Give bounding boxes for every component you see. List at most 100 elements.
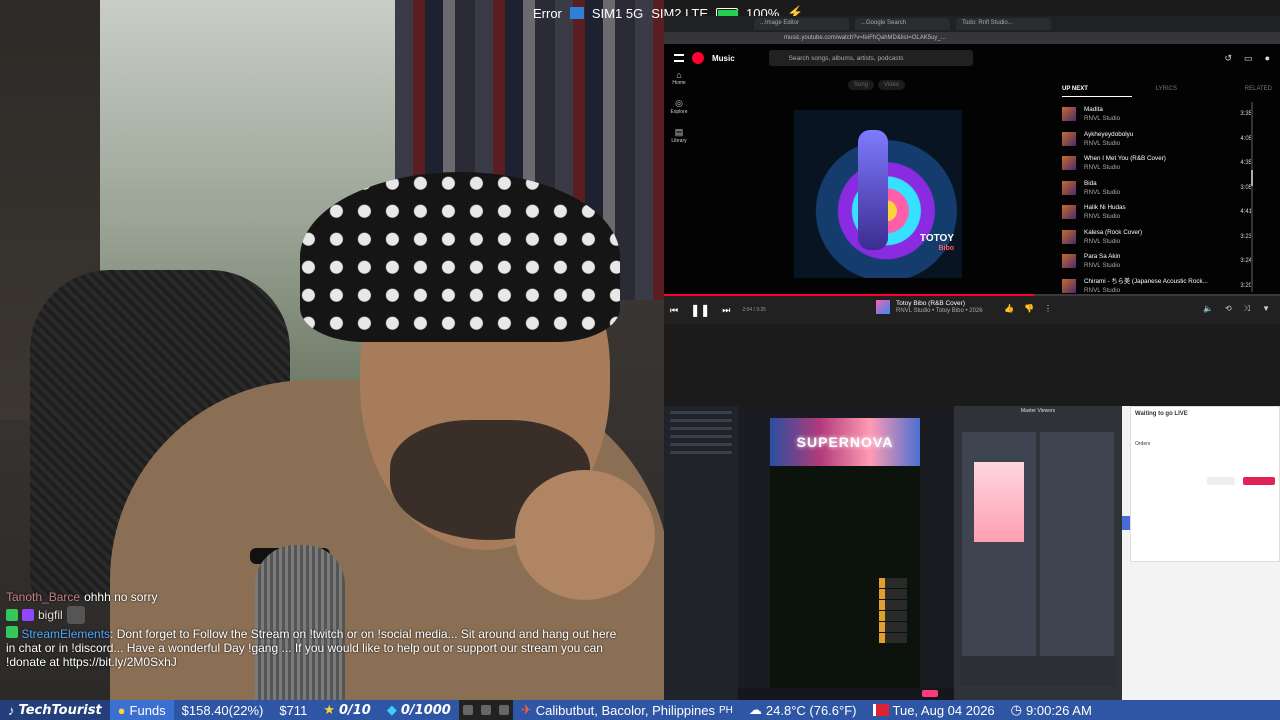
nav-library[interactable]: ▤ Library xyxy=(668,127,690,144)
queue-item[interactable]: Para Sa Akin RNVL Studio 3:24 xyxy=(1062,249,1252,274)
browser-tab[interactable]: Todo: Rnfl Studio... xyxy=(956,18,1051,30)
queue-item[interactable]: When I Met You (R&B Cover) RNVL Studio 4:3… xyxy=(1062,151,1252,176)
nav-explore[interactable]: ◎ Explore xyxy=(668,98,690,115)
thumbs-down-icon[interactable]: 👎 xyxy=(1024,304,1034,313)
cloud-icon: ☁ xyxy=(748,702,762,717)
video-tab[interactable]: Video xyxy=(878,80,906,90)
badge-icon xyxy=(6,609,18,621)
go-live-button[interactable] xyxy=(922,690,938,697)
library-icon: ▤ xyxy=(674,127,684,137)
weather-segment: ☁ 24.8°C (76.6°F) xyxy=(741,700,865,720)
source-item[interactable] xyxy=(670,419,732,422)
close-button[interactable] xyxy=(1207,477,1235,485)
up-next-queue: Madita RNVL Studio 3:35 Aykheyeydobolyu RNV… xyxy=(1062,102,1252,298)
pause-icon[interactable]: ❚❚ xyxy=(690,303,710,317)
history-icon[interactable]: ↺ xyxy=(1225,53,1233,64)
queue-item[interactable]: Halik Ni Hudas RNVL Studio 4:41 xyxy=(1062,200,1252,225)
preview-image xyxy=(974,462,1024,542)
promote-button[interactable] xyxy=(1243,477,1275,485)
left-column xyxy=(962,432,1036,672)
more-options-icon[interactable]: ⋮ xyxy=(1044,304,1052,313)
diamonds-segment: ◆ 0/1000 xyxy=(379,700,459,720)
ytm-header: Music Search songs, albums, artists, pod… xyxy=(664,44,1280,72)
track-artist: RNVL Studio xyxy=(1084,286,1121,294)
nav-label: Explore xyxy=(670,109,688,115)
tab-up-next[interactable]: UP NEXT xyxy=(1062,86,1088,92)
queue-item[interactable]: Bida RNVL Studio 3:05 xyxy=(1062,176,1252,201)
gift-item xyxy=(879,589,907,599)
windows-taskbar xyxy=(458,700,513,720)
airplane-icon: ✈ xyxy=(520,702,532,717)
browser-tab[interactable]: ...Google Search xyxy=(855,18,950,30)
queue-item[interactable]: Kalesa (Rock Cover) RNVL Studio 3:23 xyxy=(1062,225,1252,250)
compass-icon: ◎ xyxy=(675,98,683,108)
queue-tabs: UP NEXT LYRICS RELATED xyxy=(1062,86,1272,92)
taskbar-app-icon[interactable] xyxy=(498,705,509,715)
nav-label: Home xyxy=(672,80,686,86)
source-item[interactable] xyxy=(670,427,732,430)
expand-player-icon[interactable]: ▼ xyxy=(1262,304,1270,314)
now-playing-subtitle[interactable]: RNVL Studio • Totoy Bibo • 2026 xyxy=(896,308,983,314)
track-thumbnail xyxy=(1062,205,1076,220)
taskbar-app-icon[interactable] xyxy=(480,705,491,715)
song-tab[interactable]: Song xyxy=(848,80,875,90)
address-bar[interactable]: music.youtube.com/watch?v=feiFhQahMD&lis… xyxy=(664,32,1280,44)
app-logo-text[interactable]: Music xyxy=(712,54,735,63)
track-actions: 👍 👎 ⋮ xyxy=(1004,304,1052,313)
now-playing: Totoy Bibo (R&B Cover) RNVL Studio • Tot… xyxy=(876,300,983,314)
streaming-app-window: SUPERNOVA xyxy=(664,406,954,700)
tab-lyrics[interactable]: LYRICS xyxy=(1156,86,1177,92)
right-column xyxy=(1040,432,1114,672)
album-art-subtitle: Bibo xyxy=(938,245,954,252)
nav-home[interactable]: ⌂ Home xyxy=(668,70,690,86)
track-thumbnail xyxy=(1062,254,1076,269)
chat-overlay: Tanoth_Barce ohhh no sorry bigfil Stream… xyxy=(6,590,626,669)
track-duration: 3:23 xyxy=(1240,233,1252,240)
search-input[interactable]: Search songs, albums, artists, podcasts xyxy=(768,50,973,66)
waiting-live-dialog: Waiting to go LIVE Orders xyxy=(1130,406,1280,562)
source-item[interactable] xyxy=(670,411,732,414)
source-item[interactable] xyxy=(670,435,732,438)
track-title: Bida xyxy=(1084,179,1097,187)
sidebar-nav: ⌂ Home ◎ Explore ▤ Library xyxy=(668,70,690,156)
amount-value: $711 xyxy=(279,702,308,718)
track-title: Halik Ni Hudas xyxy=(1084,204,1126,212)
chat-username: StreamElements xyxy=(21,627,111,641)
profile-avatar-icon[interactable]: ● xyxy=(1265,53,1270,64)
shuffle-icon[interactable]: ⤨ xyxy=(1244,304,1250,314)
cast-icon[interactable]: ▭ xyxy=(1244,53,1253,64)
queue-scrollbar[interactable] xyxy=(1251,102,1253,292)
volume-icon[interactable]: 🔈 xyxy=(1203,304,1213,314)
youtube-music-logo-icon[interactable] xyxy=(692,52,704,64)
header-actions: ↺ ▭ ● xyxy=(1225,53,1271,64)
track-artist: RNVL Studio xyxy=(1084,237,1121,245)
thumbs-up-icon[interactable]: 👍 xyxy=(1004,304,1014,313)
previous-icon[interactable]: ⏮ xyxy=(670,305,678,316)
streamer-hand xyxy=(515,470,655,600)
track-thumbnail xyxy=(1062,229,1076,244)
scrollbar-thumb[interactable] xyxy=(1251,170,1253,186)
source-item[interactable] xyxy=(670,451,732,454)
gift-item xyxy=(879,633,907,643)
active-tab-underline xyxy=(1062,96,1132,97)
now-playing-title[interactable]: Totoy Bibo (R&B Cover) xyxy=(896,300,983,308)
tab-related[interactable]: RELATED xyxy=(1245,86,1272,92)
date-segment: Tue, Aug 04 2026 xyxy=(865,700,1003,720)
chat-message: bigfil xyxy=(6,606,626,624)
track-title: Madita xyxy=(1084,106,1103,114)
queue-item[interactable]: Aykheyeydobolyu RNVL Studio 4:05 xyxy=(1062,127,1252,152)
queue-item[interactable]: Madita RNVL Studio 3:35 xyxy=(1062,102,1252,127)
next-icon[interactable]: ⏭ xyxy=(722,305,730,316)
browser-tab[interactable]: ...Image Editor xyxy=(754,18,849,30)
sources-panel xyxy=(664,406,738,700)
repeat-icon[interactable]: ⟲ xyxy=(1225,304,1232,314)
signal-icon xyxy=(569,7,584,19)
track-duration: 4:41 xyxy=(1240,209,1252,216)
funds-label: Funds xyxy=(129,702,166,718)
taskbar-app-icon[interactable] xyxy=(462,705,473,715)
track-duration: 4:05 xyxy=(1240,135,1252,142)
source-item[interactable] xyxy=(670,443,732,446)
badge-icon xyxy=(6,626,18,638)
menu-icon[interactable] xyxy=(674,54,684,62)
gift-item xyxy=(879,578,907,588)
